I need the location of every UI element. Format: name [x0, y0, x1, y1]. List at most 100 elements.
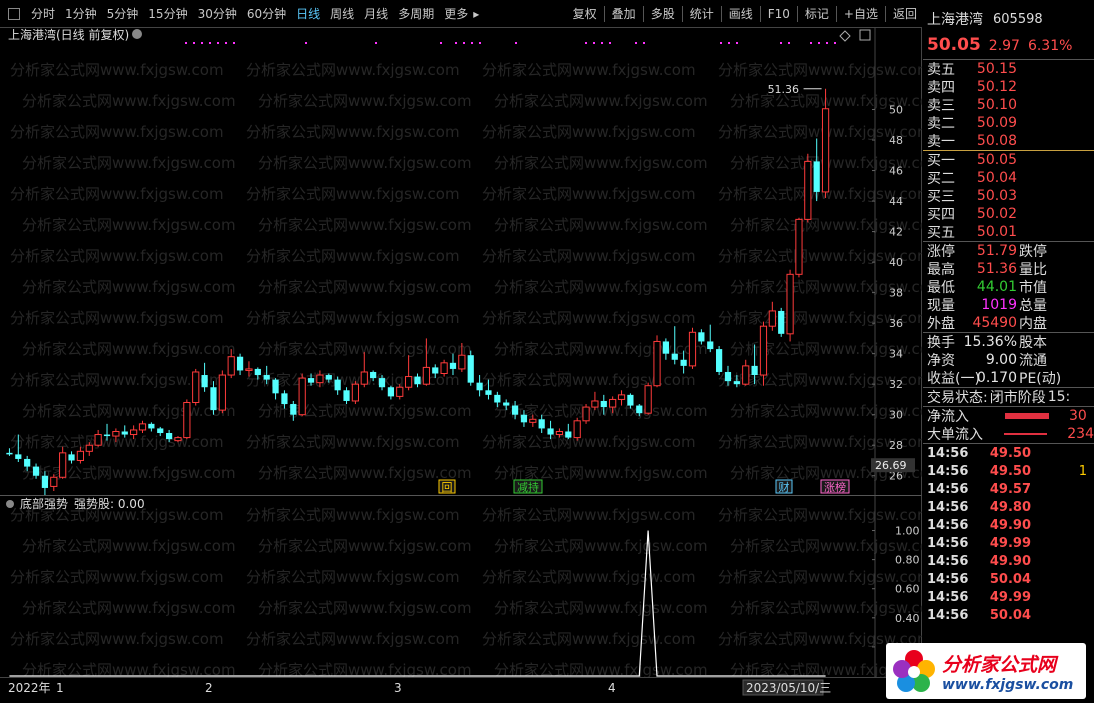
- candle[interactable]: [804, 153, 812, 223]
- bids-level-row[interactable]: 买二 50.04: [923, 169, 1094, 187]
- tick-price: 49.99: [989, 535, 1031, 551]
- sub-y-tick-label: 0.40: [895, 612, 920, 625]
- candle[interactable]: [565, 423, 572, 440]
- indicator-chart[interactable]: 分析家公式网www.fxjgsw.com 分析家公式网www.fxjgsw.com…: [0, 495, 944, 679]
- candle[interactable]: [387, 385, 394, 400]
- asks-level-row[interactable]: 卖四 50.12: [923, 78, 1094, 96]
- toolbar-button[interactable]: 返回: [888, 0, 922, 28]
- candle-body: [653, 340, 661, 387]
- event-marker[interactable]: 回: [438, 479, 456, 494]
- candle-body: [325, 375, 332, 380]
- toolbar-button[interactable]: +自选: [839, 0, 883, 28]
- watermark-text: 分析家公式网www.fxjgsw.com: [22, 537, 236, 555]
- candle-body: [166, 433, 173, 440]
- bids-level-price: 50.01: [976, 224, 1017, 240]
- sub-y-tick-label: 0.60: [895, 583, 920, 596]
- candle[interactable]: [192, 368, 200, 406]
- candle[interactable]: [351, 381, 360, 405]
- candle[interactable]: [688, 327, 697, 369]
- candle-body: [778, 310, 785, 334]
- candle[interactable]: [795, 217, 803, 278]
- candle[interactable]: [573, 417, 581, 441]
- title-dropdown-icon[interactable]: [132, 29, 142, 39]
- candle[interactable]: [298, 373, 306, 417]
- candle-body: [751, 365, 758, 376]
- candle[interactable]: [467, 350, 474, 386]
- toolbar-button[interactable]: 叠加: [607, 0, 641, 28]
- bids-level-row[interactable]: 买五 50.01: [923, 223, 1094, 241]
- asks-level-row[interactable]: 卖三 50.10: [923, 96, 1094, 114]
- period-tab[interactable]: 5分钟: [102, 0, 144, 28]
- period-tab[interactable]: 月线: [359, 0, 393, 28]
- y-tick-label: 50: [889, 104, 903, 117]
- tick-list[interactable]: 14:56 49.50 14:56 49.50 1 14:56 49.57 14:56 49.8…: [923, 444, 1094, 624]
- kline-chart[interactable]: 分析家公式网www.fxjgsw.com 分析家公式网www.fxjgsw.com…: [0, 27, 944, 513]
- candle-body: [432, 367, 439, 374]
- candle[interactable]: [138, 420, 147, 434]
- event-marker[interactable]: 减持: [513, 479, 543, 494]
- month-label: 3: [394, 681, 402, 695]
- kline-svg[interactable]: 分析家公式网www.fxjgsw.com 分析家公式网www.fxjgsw.com…: [0, 27, 944, 513]
- toolbar-button[interactable]: 标记: [800, 0, 834, 28]
- panel-toggle-icon[interactable]: [8, 7, 20, 20]
- toolbar-button[interactable]: 画线: [724, 0, 758, 28]
- candle[interactable]: [778, 307, 785, 337]
- toolbar-button[interactable]: 多股: [646, 0, 680, 28]
- asks-level-row[interactable]: 卖一 50.08: [923, 132, 1094, 150]
- toolbar-button[interactable]: F10: [763, 0, 795, 28]
- candle[interactable]: [786, 269, 794, 342]
- candle[interactable]: [644, 382, 652, 415]
- candle[interactable]: [768, 301, 776, 331]
- tick-price: 49.50: [989, 445, 1031, 461]
- diamond-icon[interactable]: [839, 30, 851, 42]
- candle-body: [707, 341, 714, 350]
- stock-name: 上海港湾: [927, 12, 983, 28]
- period-tab[interactable]: 分时: [26, 0, 60, 28]
- asks-level-row[interactable]: 卖五 50.15: [923, 60, 1094, 78]
- tick-price: 49.99: [989, 589, 1031, 605]
- candle[interactable]: [813, 138, 820, 202]
- period-tab[interactable]: 日线: [291, 0, 325, 28]
- indicator-menu-icon[interactable]: [6, 500, 14, 508]
- y-tick-label: 40: [889, 256, 903, 269]
- more-arrow-icon[interactable]: ▸: [473, 0, 484, 28]
- logo-cn: 分析家公式网: [942, 653, 1057, 676]
- toolbar-button[interactable]: 统计: [685, 0, 719, 28]
- period-tab[interactable]: 15分钟: [143, 0, 192, 28]
- candle[interactable]: [236, 353, 244, 376]
- period-tab[interactable]: 1分钟: [60, 0, 102, 28]
- signal-dot: [305, 42, 307, 44]
- candle[interactable]: [218, 370, 226, 414]
- event-marker[interactable]: 财: [775, 479, 793, 494]
- period-tab[interactable]: 周线: [325, 0, 359, 28]
- event-marker[interactable]: 涨榜: [820, 479, 850, 494]
- candle-body: [290, 404, 297, 415]
- toolbar-button[interactable]: 复权: [568, 0, 602, 28]
- indicator-svg[interactable]: 分析家公式网www.fxjgsw.com 分析家公式网www.fxjgsw.com…: [0, 496, 944, 679]
- period-tab[interactable]: 多周期: [393, 0, 439, 28]
- asks-level-label: 卖四: [927, 80, 955, 96]
- candle[interactable]: [59, 446, 67, 479]
- candle[interactable]: [591, 391, 599, 411]
- candle-body: [627, 394, 634, 406]
- candle[interactable]: [653, 335, 661, 388]
- bids-level-row[interactable]: 买一 50.05: [923, 151, 1094, 169]
- bids-level-row[interactable]: 买四 50.02: [923, 205, 1094, 223]
- candle[interactable]: [272, 378, 279, 400]
- candle[interactable]: [582, 404, 590, 424]
- candle[interactable]: [742, 359, 750, 386]
- asks-level-row[interactable]: 卖二 50.09: [923, 114, 1094, 132]
- period-tab[interactable]: 更多: [439, 0, 473, 28]
- candle[interactable]: [716, 346, 723, 376]
- candle[interactable]: [148, 422, 155, 432]
- candle[interactable]: [68, 451, 75, 464]
- chart-maximize-icon[interactable]: [859, 29, 871, 41]
- period-tab[interactable]: 30分钟: [193, 0, 242, 28]
- bids-level-row[interactable]: 买三 50.03: [923, 187, 1094, 205]
- candle[interactable]: [183, 399, 191, 440]
- candle-body: [298, 377, 306, 416]
- candle-body: [617, 394, 626, 400]
- candle[interactable]: [707, 324, 714, 353]
- stat-label: 最低: [927, 280, 955, 296]
- period-tab[interactable]: 60分钟: [242, 0, 291, 28]
